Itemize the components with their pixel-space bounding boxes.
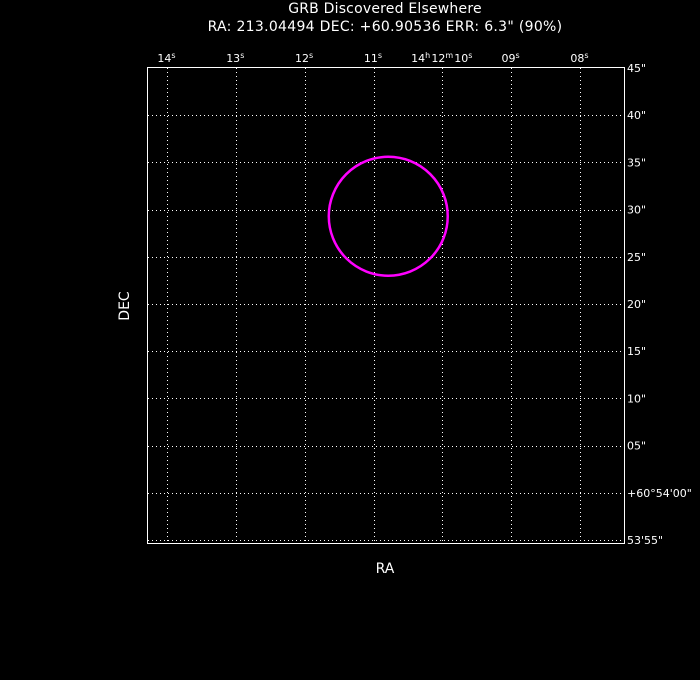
plot-frame bbox=[147, 67, 625, 544]
x-tick-label: 12s bbox=[295, 51, 314, 65]
x-axis-label: RA bbox=[376, 561, 395, 577]
y-tick-label: 25" bbox=[627, 251, 646, 264]
y-tick-label: 05" bbox=[627, 440, 646, 453]
y-tick-label: 10" bbox=[627, 392, 646, 405]
y-axis-label: DEC bbox=[117, 291, 133, 321]
y-tick-labels: 45" 40" 35" 30" 25" 20" 15" 10" 05" +60°54'00" 53'… bbox=[627, 62, 692, 547]
y-tick-label: 53'55" bbox=[627, 534, 663, 547]
x-tick-labels: 14s 13s 12s 11s 14h 12m 10s 09s 08s bbox=[157, 51, 589, 65]
y-tick-label: 20" bbox=[627, 298, 646, 311]
y-tick-label: 45" bbox=[627, 62, 646, 75]
y-tick-label: +60°54'00" bbox=[627, 487, 692, 500]
x-tick-label: 14s bbox=[157, 51, 176, 65]
x-tick-label: 14h 12m 10s bbox=[411, 51, 473, 65]
grid-lines bbox=[148, 68, 624, 543]
x-tick-label: 11s bbox=[364, 51, 383, 65]
finder-chart: 14s 13s 12s 11s 14h 12m 10s 09s 08s 45"4… bbox=[117, 51, 692, 577]
y-tick-label: 30" bbox=[627, 204, 646, 217]
x-tick-label: 13s bbox=[226, 51, 245, 65]
x-tick-label: 09s bbox=[502, 51, 521, 65]
y-tick-label: 15" bbox=[627, 345, 646, 358]
y-tick-label: 35" bbox=[627, 156, 646, 169]
x-tick-label: 08s bbox=[570, 51, 589, 65]
y-tick-label: 40" bbox=[627, 109, 646, 122]
